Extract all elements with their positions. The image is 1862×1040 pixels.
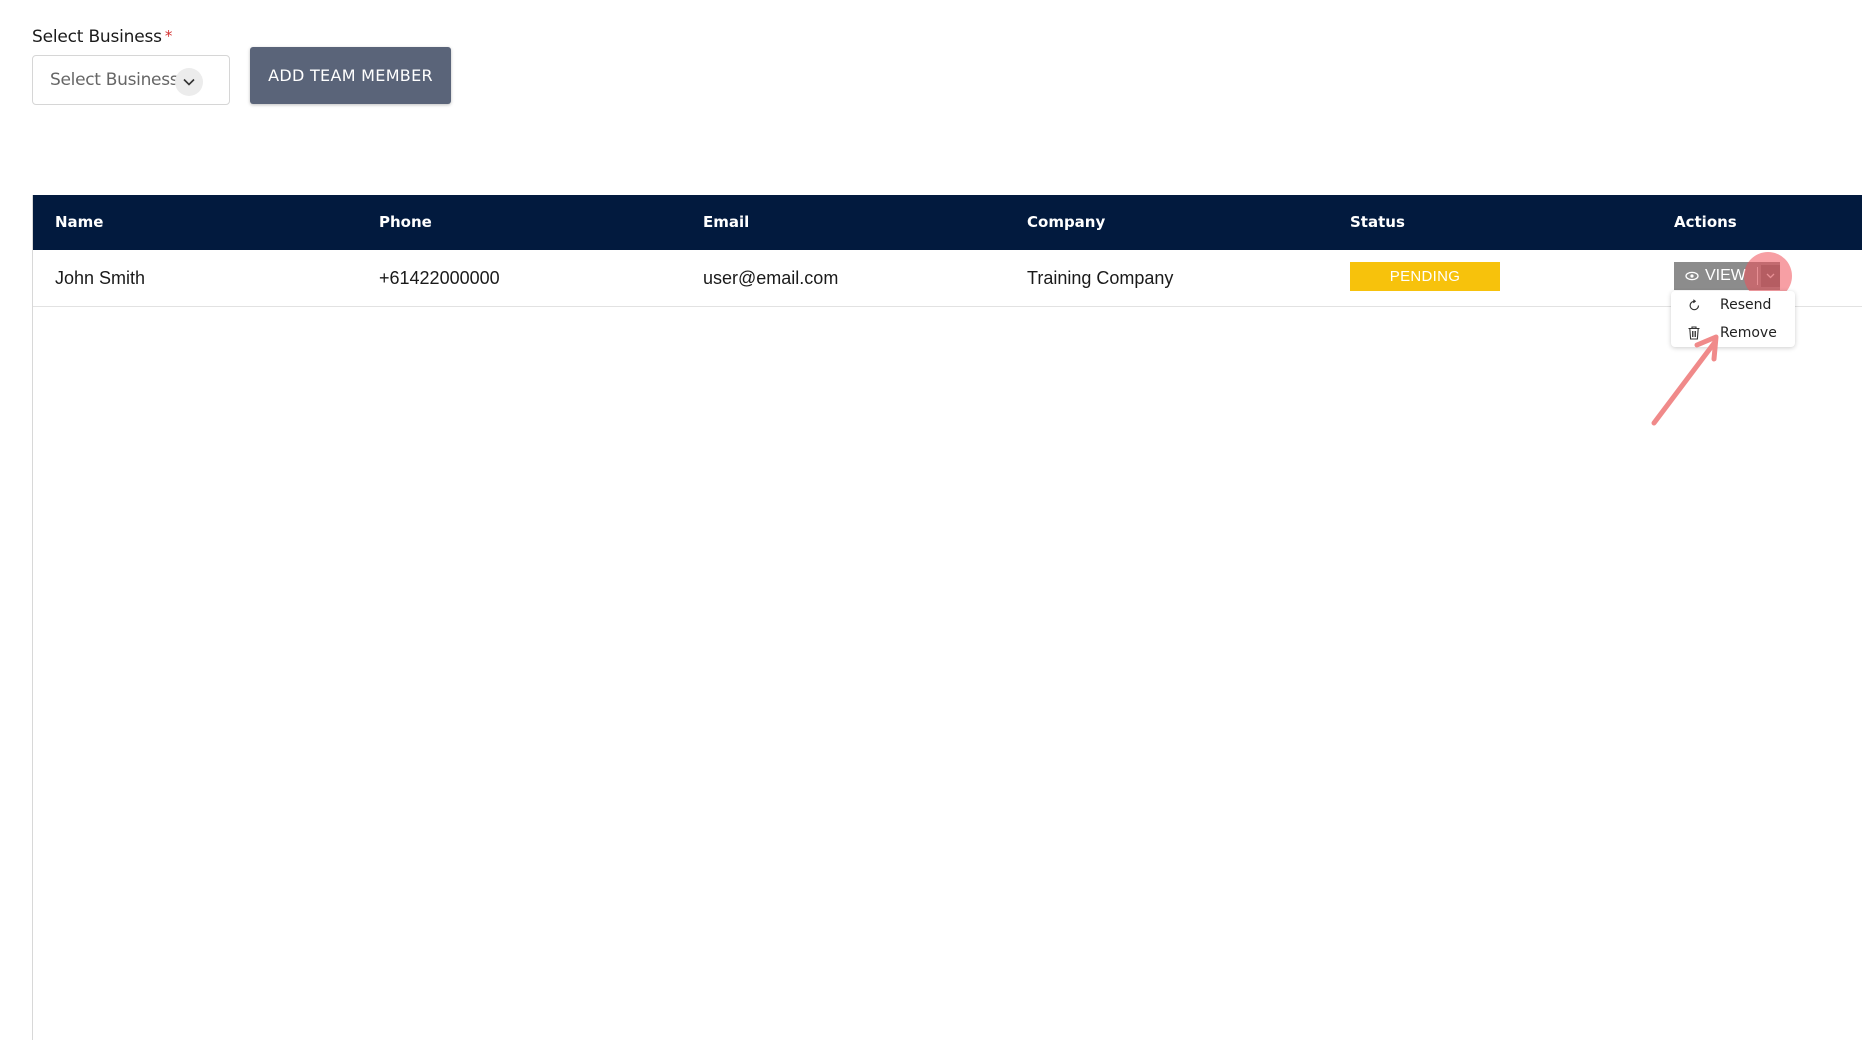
column-header-actions: Actions <box>1674 213 1737 231</box>
column-header-status[interactable]: Status <box>1350 195 1405 250</box>
menu-item-resend[interactable]: Resend <box>1671 292 1795 318</box>
add-team-member-button[interactable]: ADD TEAM MEMBER <box>250 47 451 104</box>
menu-item-label: Remove <box>1720 325 1777 341</box>
refresh-icon <box>1687 297 1701 313</box>
eye-icon <box>1685 271 1699 281</box>
table-row[interactable]: John Smith +61422000000 user@email.com T… <box>33 250 1862 307</box>
menu-item-label: Resend <box>1720 297 1772 313</box>
view-label: VIEW <box>1705 267 1746 284</box>
cell-name: John Smith <box>55 268 146 288</box>
chevron-down-icon[interactable] <box>175 68 203 96</box>
select-business-label: Select Business * <box>32 27 172 47</box>
column-header-phone[interactable]: Phone <box>379 195 432 250</box>
cell-phone: +61422000000 <box>379 268 500 288</box>
column-header-name[interactable]: Name <box>55 195 103 250</box>
label-text: Select Business <box>32 27 162 47</box>
column-header-company[interactable]: Company <box>1027 195 1105 250</box>
cell-company: Training Company <box>1027 268 1174 288</box>
status-badge: PENDING <box>1350 262 1500 291</box>
trash-icon <box>1687 325 1701 341</box>
required-asterisk: * <box>164 27 173 45</box>
cell-email: user@email.com <box>703 268 839 288</box>
page: Select Business * Select Business ADD TEA… <box>0 0 1862 1040</box>
table-header: Name Phone Email Company Status Actions <box>33 195 1862 250</box>
select-business-dropdown[interactable]: Select Business <box>32 55 230 105</box>
team-table: Name Phone Email Company Status Actions … <box>32 195 1862 1040</box>
column-header-email[interactable]: Email <box>703 195 749 250</box>
menu-item-remove[interactable]: Remove <box>1671 320 1795 346</box>
actions-dropdown-menu: Resend Remove <box>1671 291 1795 347</box>
select-placeholder: Select Business <box>50 70 179 90</box>
